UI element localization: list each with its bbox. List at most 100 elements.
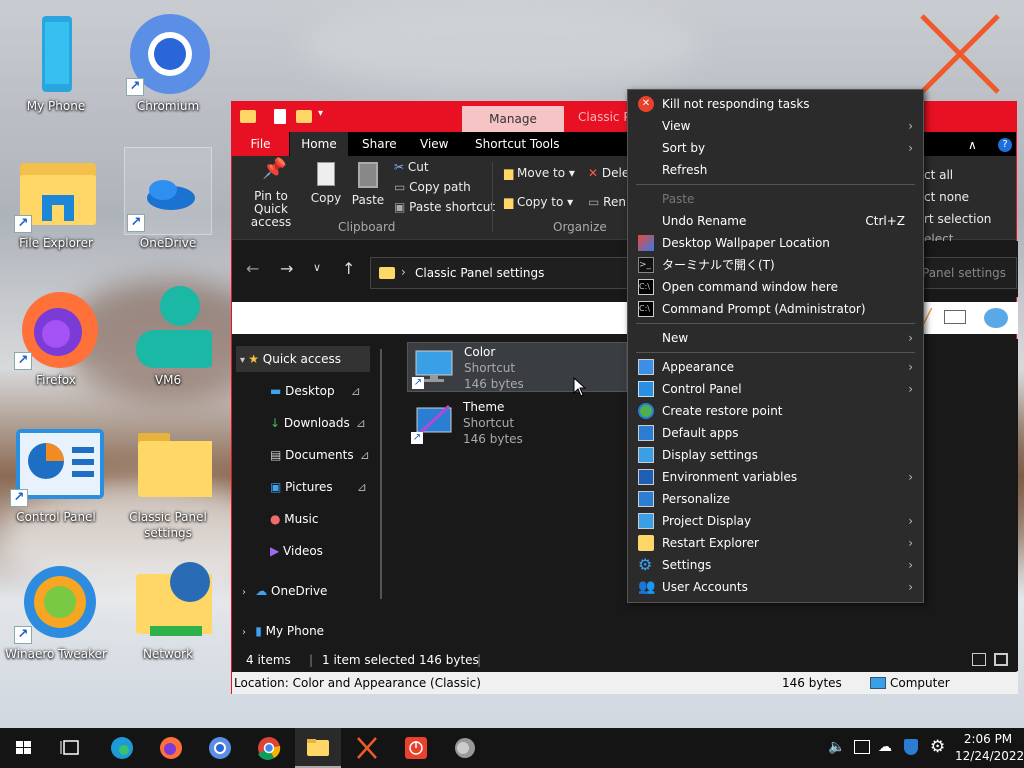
taskbar-shutdown-app[interactable] bbox=[393, 728, 439, 768]
group-label-organize: Organize bbox=[553, 220, 607, 234]
chevron-down-icon[interactable]: ▾ bbox=[318, 108, 323, 119]
desktop-icon-classic-panel-settings[interactable]: Classic Panel settings bbox=[112, 421, 224, 541]
default-apps-icon bbox=[638, 425, 654, 441]
menu-item-kill-tasks[interactable]: ✕ Kill not responding tasks bbox=[628, 93, 923, 115]
paste-button[interactable]: Paste bbox=[350, 162, 386, 207]
nav-onedrive[interactable]: › ☁ OneDrive bbox=[242, 578, 327, 604]
invert-selection-button[interactable]: rt selection bbox=[924, 212, 991, 226]
menu-item-settings[interactable]: ⚙ Settings › bbox=[628, 554, 923, 576]
desktop-icon-file-explorer[interactable]: ↗ File Explorer bbox=[0, 147, 112, 251]
tab-share[interactable]: Share bbox=[352, 132, 407, 156]
address-bar[interactable]: › Classic Panel settings bbox=[370, 257, 630, 289]
taskbar-edge[interactable] bbox=[99, 728, 145, 768]
select-none-button[interactable]: ct none bbox=[924, 190, 969, 204]
keyboard-icon[interactable] bbox=[944, 310, 966, 324]
menu-item-command-prompt-admin[interactable]: C:\ Command Prompt (Administrator) bbox=[628, 298, 923, 320]
desktop-icon-winaero-tweaker[interactable]: ↗ Winaero Tweaker bbox=[0, 558, 112, 662]
nav-pictures[interactable]: ▣ Pictures ⊿ bbox=[270, 474, 367, 500]
taskbar-winaero-x[interactable] bbox=[344, 728, 390, 768]
menu-item-wallpaper-location[interactable]: Desktop Wallpaper Location bbox=[628, 232, 923, 254]
back-arrow-icon[interactable]: ← bbox=[246, 259, 259, 278]
network-icon[interactable] bbox=[854, 740, 870, 754]
desktop-icon-onedrive[interactable]: ↗ OneDrive bbox=[112, 147, 224, 251]
cut-button[interactable]: ✂ Cut bbox=[394, 160, 429, 174]
clock[interactable]: 2:06 PM 12/24/2022 bbox=[955, 731, 1024, 765]
menu-item-open-command-window[interactable]: C:\ Open command window here bbox=[628, 276, 923, 298]
copy-button[interactable]: Copy bbox=[308, 162, 344, 205]
menu-item-undo-rename[interactable]: Undo Rename Ctrl+Z bbox=[628, 210, 923, 232]
collapse-ribbon-icon[interactable]: ∧ bbox=[968, 138, 977, 152]
search-input[interactable]: Panel settings bbox=[917, 257, 1017, 289]
menu-item-user-accounts[interactable]: 👥 User Accounts › bbox=[628, 576, 923, 598]
selection-count: 1 item selected bbox=[322, 653, 416, 667]
menu-item-default-apps[interactable]: Default apps bbox=[628, 422, 923, 444]
taskbar-firefox[interactable] bbox=[148, 728, 194, 768]
menu-item-display-settings[interactable]: Display settings bbox=[628, 444, 923, 466]
menu-item-refresh[interactable]: Refresh bbox=[628, 159, 923, 181]
menu-item-open-terminal[interactable]: >_ ターミナルで開く(T) bbox=[628, 254, 923, 276]
select-all-button[interactable]: ct all bbox=[924, 168, 953, 182]
menu-item-environment-variables[interactable]: Environment variables › bbox=[628, 466, 923, 488]
delete-button[interactable]: ✕ Dele bbox=[588, 166, 629, 180]
nav-scrollbar[interactable] bbox=[380, 349, 382, 599]
nav-quick-access[interactable]: ▾ ★ Quick access bbox=[236, 346, 370, 372]
desktop-icon-network[interactable]: Network bbox=[112, 558, 224, 662]
cmd-icon: C:\ bbox=[638, 279, 654, 295]
tab-view[interactable]: View bbox=[410, 132, 458, 156]
copy-to-button[interactable]: ▆ Copy to ▾ bbox=[504, 195, 573, 209]
nav-downloads[interactable]: ↓ Downloads ⊿ bbox=[270, 410, 366, 436]
menu-item-sort-by[interactable]: Sort by › bbox=[628, 137, 923, 159]
file-item-theme[interactable]: ↗ Theme Shortcut 146 bytes bbox=[407, 398, 627, 448]
start-button[interactable] bbox=[0, 728, 46, 768]
nav-music[interactable]: ● Music bbox=[270, 506, 318, 532]
volume-icon[interactable]: 🔈 bbox=[828, 739, 845, 755]
up-arrow-icon[interactable]: ↑ bbox=[342, 259, 355, 278]
copy-path-button[interactable]: ▭ Copy path bbox=[394, 180, 471, 194]
rename-button[interactable]: ▭ Ren bbox=[588, 195, 626, 209]
taskbar-shell-app[interactable] bbox=[442, 728, 488, 768]
move-to-button[interactable]: ▆ Move to ▾ bbox=[504, 166, 575, 180]
menu-item-new[interactable]: New › bbox=[628, 327, 923, 349]
details-view-icon[interactable] bbox=[972, 653, 986, 666]
desktop-icon-firefox[interactable]: ↗ Firefox bbox=[0, 284, 112, 388]
nav-desktop[interactable]: ▬ Desktop ⊿ bbox=[270, 378, 361, 404]
menu-item-appearance[interactable]: Appearance › bbox=[628, 356, 923, 378]
large-icons-view-icon[interactable] bbox=[994, 653, 1008, 666]
manage-tab[interactable]: Manage bbox=[462, 106, 564, 132]
chevron-down-icon: ▾ bbox=[240, 355, 249, 366]
nav-my-phone[interactable]: › ▮ My Phone bbox=[242, 618, 324, 644]
tab-file[interactable]: File bbox=[232, 132, 289, 156]
nav-videos[interactable]: ▶ Videos bbox=[270, 538, 323, 564]
task-view-button[interactable] bbox=[48, 728, 94, 768]
desktop-icon-my-phone[interactable]: My Phone bbox=[0, 10, 112, 114]
desktop-icon-control-panel[interactable]: ↗ Control Panel bbox=[0, 421, 112, 525]
nav-documents[interactable]: ▤ Documents ⊿ bbox=[270, 442, 370, 468]
desktop-icon-chromium[interactable]: ↗ Chromium bbox=[112, 10, 224, 114]
forward-arrow-icon[interactable]: → bbox=[280, 259, 293, 278]
menu-item-paste[interactable]: Paste bbox=[628, 188, 923, 210]
security-shield-icon[interactable] bbox=[904, 739, 918, 755]
new-folder-icon[interactable] bbox=[296, 110, 312, 123]
tab-shortcut-tools[interactable]: Shortcut Tools bbox=[465, 132, 570, 156]
taskbar-chromium[interactable] bbox=[197, 728, 243, 768]
taskbar-chrome[interactable] bbox=[246, 728, 292, 768]
properties-icon[interactable] bbox=[274, 109, 286, 124]
chevron-down-icon[interactable]: ∨ bbox=[313, 261, 321, 274]
menu-item-view[interactable]: View › bbox=[628, 115, 923, 137]
shell-icon[interactable] bbox=[984, 308, 1008, 328]
tab-home[interactable]: Home bbox=[290, 132, 348, 156]
pin-to-quick-access-button[interactable]: 📌 Pin to Quick access bbox=[238, 158, 304, 229]
taskbar-file-explorer[interactable] bbox=[295, 728, 341, 768]
help-icon[interactable]: ? bbox=[998, 138, 1012, 152]
file-item-color[interactable]: ↗ Color Shortcut 146 bytes bbox=[407, 342, 627, 392]
menu-item-control-panel[interactable]: Control Panel › bbox=[628, 378, 923, 400]
menu-item-project-display[interactable]: Project Display › bbox=[628, 510, 923, 532]
gear-icon[interactable]: ⚙ bbox=[930, 737, 945, 757]
folder-icon bbox=[240, 110, 256, 123]
cloud-offline-icon[interactable]: ☁ bbox=[878, 739, 892, 755]
desktop-icon-vm6[interactable]: VM6 bbox=[112, 284, 224, 388]
menu-item-personalize[interactable]: Personalize bbox=[628, 488, 923, 510]
menu-item-restart-explorer[interactable]: Restart Explorer › bbox=[628, 532, 923, 554]
paste-shortcut-button[interactable]: ▣ Paste shortcut bbox=[394, 200, 495, 214]
menu-item-create-restore-point[interactable]: Create restore point bbox=[628, 400, 923, 422]
